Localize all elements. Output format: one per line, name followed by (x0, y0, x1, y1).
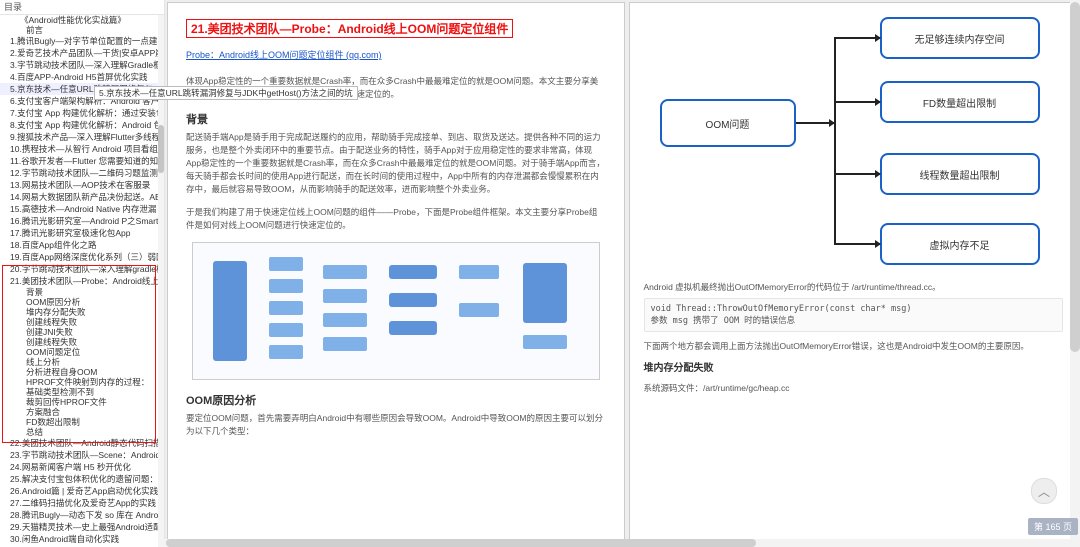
flow-box-3: 线程数量超出限制 (880, 153, 1040, 195)
page-indicator: 第 165 页 (1028, 518, 1078, 535)
flow-box-1: 无足够连续内存空间 (880, 17, 1040, 59)
p3: 系统源码文件：/art/runtime/gc/heap.cc (644, 382, 1064, 395)
sidebar-item[interactable]: 18.百度App组件化之路 (0, 239, 164, 251)
h3-heap: 堆内存分配失败 (644, 359, 1064, 374)
oom-flowchart: OOM问题 无足够连续内存空间 FD数量超出限制 线程数量超出限制 虚拟内存不足 (644, 9, 1064, 273)
app-root: 目录 《Android性能优化实战篇》 前言 1.腾讯Bugly—对字节单位配置… (0, 0, 1080, 547)
sidebar-item[interactable]: 30.闲鱼Android端自动化实践 (0, 533, 164, 545)
main-vthumb[interactable] (1070, 2, 1080, 352)
code-block: void Thread::ThrowOutOfMemoryError(const… (644, 298, 1064, 332)
sidebar-sub[interactable]: 堆内存分配失败 (0, 307, 164, 317)
chevron-up-icon: ︿ (1038, 483, 1050, 500)
p2: 下面两个地方都会调用上面方法抛出OutOfMemoryError错误，这也是An… (644, 340, 1064, 353)
sidebar-sub[interactable]: 方案融合 (0, 407, 164, 417)
sidebar-sub[interactable]: FD数超出限制 (0, 417, 164, 427)
sidebar-item[interactable]: 20.字节跳动技术团队—深入理解gradle框 (0, 263, 164, 275)
sidebar-sub[interactable]: HPROF文件映射到内存的过程： (0, 377, 164, 387)
heading-21: 21.美团技术团队—Probe：Android线上OOM问题定位组件 (186, 19, 513, 38)
sidebar-item[interactable]: 16.腾讯光影研究室—Android P之Smart (0, 215, 164, 227)
sidebar-item[interactable]: 24.网易新闻客户端 H5 秒开优化 (0, 461, 164, 473)
probe-architecture-diagram (192, 242, 600, 380)
sidebar-item[interactable]: 15.高德技术—Android Native 内存泄漏 (0, 203, 164, 215)
note-thread-cc: Android 虚拟机最终抛出OutOfMemoryError的代码位于 /ar… (644, 281, 1064, 294)
sidebar-preface[interactable]: 前言 (0, 25, 164, 35)
sidebar-sub[interactable]: 分析进程自身OOM (0, 367, 164, 377)
sidebar-sub[interactable]: 裁剪回传HPROF文件 (0, 397, 164, 407)
main-hthumb[interactable] (166, 539, 756, 547)
main-vscroll[interactable] (1070, 0, 1080, 547)
sidebar-sub[interactable]: 总结 (0, 427, 164, 437)
sidebar-item[interactable]: 1.腾讯Bugly—对字节单位配置的一点建 (0, 35, 164, 47)
sidebar-sub[interactable]: OOM问题定位 (0, 347, 164, 357)
bg-para: 配送骑手端App是骑手用于完成配送履约的应用，帮助骑手完成接单、到店、取货及送达… (186, 131, 606, 196)
oom-para: 要定位OOM问题，首先需要弄明白Android中有哪些原因会导致OOM。Andr… (186, 412, 606, 438)
sidebar-item[interactable]: 26.Android篇 | 爱奇艺App启动优化实践 (0, 485, 164, 497)
h2-oom: OOM原因分析 (186, 392, 606, 408)
sidebar-item[interactable]: 29.天猫精灵技术—史上最强Android适配 (0, 521, 164, 533)
main: 21.美团技术团队—Probe：Android线上OOM问题定位组件 Probe… (165, 0, 1080, 547)
sidebar-item[interactable]: 10.携程技术—从智行 Android 项目看组 (0, 143, 164, 155)
sidebar-sub[interactable]: OOM原因分析 (0, 297, 164, 307)
sidebar-item[interactable]: 27.二维码扫描优化及爱奇艺App的实践 (0, 497, 164, 509)
sidebar-item[interactable]: 17.腾讯光影研究室极速化包App (0, 227, 164, 239)
sidebar-sub[interactable]: 创建JNI失败 (0, 327, 164, 337)
sidebar-item[interactable]: 22.美团技术团队—Android静态代码扫描 (0, 437, 164, 449)
source-link[interactable]: Probe：Android线上OOM问题定位组件 (qq.com) (186, 48, 382, 61)
flow-arrow (834, 37, 880, 39)
h2-background: 背景 (186, 111, 606, 127)
flow-trunk (834, 37, 836, 245)
bg-para2: 于是我们构建了用于快速定位线上OOM问题的组件——Probe，下面是Probe组… (186, 206, 606, 232)
flow-arrow (834, 101, 880, 103)
sidebar-item[interactable]: 2.爱奇艺技术产品团队—干货|安卓APP崩 (0, 47, 164, 59)
sidebar-item[interactable]: 14.网易大数据团队新产品决份起送。AB测 (0, 191, 164, 203)
flow-arrow (834, 243, 880, 245)
sidebar-sub[interactable]: 创建线程失败 (0, 337, 164, 347)
sidebar-sub[interactable]: 创建线程失败 (0, 317, 164, 327)
sidebar-item[interactable]: 28.腾讯Bugly—动态下发 so 库在 Android (0, 509, 164, 521)
flow-center: OOM问题 (660, 99, 796, 147)
sidebar-item[interactable]: 19.百度App网络深度优化系列（三）弱网 (0, 251, 164, 263)
sidebar-item[interactable]: 4.百度APP-Android H5首屏优化实践 (0, 71, 164, 83)
page-right: OOM问题 无足够连续内存空间 FD数量超出限制 线程数量超出限制 虚拟内存不足… (629, 2, 1079, 545)
flow-arrow (834, 173, 880, 175)
sidebar-item-active[interactable]: 21.美团技术团队—Probe：Android线上 (0, 275, 164, 287)
page-left: 21.美团技术团队—Probe：Android线上OOM问题定位组件 Probe… (167, 2, 625, 545)
sidebar-sub[interactable]: 背景 (0, 287, 164, 297)
sidebar-doc-title[interactable]: 《Android性能优化实战篇》 (0, 15, 164, 25)
sidebar-item[interactable]: 7.支付宝 App 构建优化解析：通过安装包 (0, 107, 164, 119)
back-to-top-button[interactable]: ︿ (1031, 478, 1057, 504)
sidebar-item[interactable]: 13.网易技术团队—AOP技术在客服录 (0, 179, 164, 191)
sidebar-item[interactable]: 8.支付宝 App 构建优化解析：Android 包 (0, 119, 164, 131)
sidebar: 目录 《Android性能优化实战篇》 前言 1.腾讯Bugly—对字节单位配置… (0, 0, 165, 547)
sidebar-item[interactable]: 3.字节跳动技术团队—深入理解Gradle框 (0, 59, 164, 71)
flow-box-2: FD数量超出限制 (880, 81, 1040, 123)
sidebar-item[interactable]: 12.字节跳动技术团队—二维码习题监测的 (0, 167, 164, 179)
sidebar-head: 目录 (0, 0, 164, 15)
sidebar-sub[interactable]: 线上分析 (0, 357, 164, 367)
sidebar-item[interactable]: 9.搜狐技术产品—深入理解Flutter多线程 (0, 131, 164, 143)
sidebar-sub[interactable]: 基础类型检测不到 (0, 387, 164, 397)
main-hscroll[interactable] (164, 539, 1080, 547)
sidebar-item[interactable]: 11.谷歌开发者—Flutter 您需要知道的知 (0, 155, 164, 167)
flow-stem (796, 122, 834, 124)
sidebar-item[interactable]: 23.字节跳动技术团队—Scene：Android (0, 449, 164, 461)
sidebar-scroll-thumb[interactable] (158, 125, 164, 173)
sidebar-tooltip: 5.京东技术—任意URL跳转漏洞修复与JDK中getHost()方法之间的坑 (94, 86, 358, 100)
flow-box-4: 虚拟内存不足 (880, 223, 1040, 265)
sidebar-item[interactable]: 25.解决支付宝包体积优化的遗留问题：逆 (0, 473, 164, 485)
